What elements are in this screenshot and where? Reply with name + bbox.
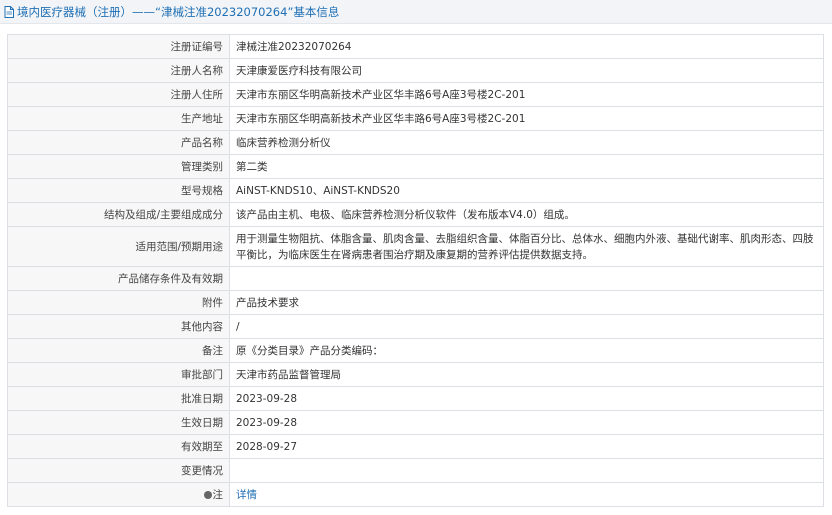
field-value: 原《分类目录》产品分类编码： <box>229 338 824 363</box>
field-label: 生效日期 <box>7 410 230 435</box>
details-link[interactable]: 详情 <box>236 489 257 501</box>
field-label: 审批部门 <box>7 362 230 387</box>
field-value: 产品技术要求 <box>229 290 824 315</box>
field-value: 第二类 <box>229 154 824 179</box>
table-row: 注册人名称 天津康爱医疗科技有限公司 <box>7 58 824 83</box>
table-row: 产品名称 临床营养检测分析仪 <box>7 130 824 155</box>
table-row: 适用范围/预期用途 用于测量生物阻抗、体脂含量、肌肉含量、去脂组织含量、体脂百分比… <box>7 226 824 267</box>
note-icon <box>203 490 212 499</box>
field-value: 天津康爱医疗科技有限公司 <box>229 58 824 83</box>
field-label: 备注 <box>7 338 230 363</box>
field-value: 2028-09-27 <box>229 434 824 459</box>
table-row: 附件 产品技术要求 <box>7 290 824 315</box>
field-value <box>229 458 824 483</box>
field-value: 2023-09-28 <box>229 386 824 411</box>
field-label: 生产地址 <box>7 106 230 131</box>
table-row: 备注 原《分类目录》产品分类编码： <box>7 338 824 363</box>
field-label: 注册人住所 <box>7 82 230 107</box>
table-row: 注册证编号 津械注准20232070264 <box>7 34 824 59</box>
field-value: 该产品由主机、电极、临床营养检测分析仪软件（发布版本V4.0）组成。 <box>229 202 824 227</box>
field-label: 其他内容 <box>7 314 230 339</box>
page-title: 境内医疗器械（注册）——“津械注准20232070264”基本信息 <box>17 4 340 19</box>
field-label: 适用范围/预期用途 <box>7 226 230 267</box>
table-row: 有效期至 2028-09-27 <box>7 434 824 459</box>
field-value: 临床营养检测分析仪 <box>229 130 824 155</box>
field-value: 天津市东丽区华明高新技术产业区华丰路6号A座3号楼2C-201 <box>229 82 824 107</box>
table-row-note: 注详情 <box>7 482 824 507</box>
document-icon <box>4 5 14 18</box>
field-label: 产品储存条件及有效期 <box>7 266 230 291</box>
field-label: 附件 <box>7 290 230 315</box>
table-row: 其他内容 / <box>7 314 824 339</box>
field-value <box>229 266 824 291</box>
field-value: / <box>229 314 824 339</box>
table-row: 产品储存条件及有效期 <box>7 266 824 291</box>
table-row: 生效日期 2023-09-28 <box>7 410 824 435</box>
field-value: 天津市东丽区华明高新技术产业区华丰路6号A座3号楼2C-201 <box>229 106 824 131</box>
field-value: AiNST-KNDS10、AiNST-KNDS20 <box>229 178 824 203</box>
table-row: 批准日期 2023-09-28 <box>7 386 824 411</box>
table-row: 管理类别 第二类 <box>7 154 824 179</box>
field-label: 产品名称 <box>7 130 230 155</box>
field-value: 津械注准20232070264 <box>229 34 824 59</box>
note-label: 注 <box>212 488 224 501</box>
table-row: 审批部门 天津市药品监督管理局 <box>7 362 824 387</box>
field-label: 型号规格 <box>7 178 230 203</box>
field-value: 2023-09-28 <box>229 410 824 435</box>
table-row: 结构及组成/主要组成成分 该产品由主机、电极、临床营养检测分析仪软件（发布版本V4… <box>7 202 824 227</box>
field-label: 变更情况 <box>7 458 230 483</box>
field-label: 注册证编号 <box>7 34 230 59</box>
table-row: 变更情况 <box>7 458 824 483</box>
table-row: 型号规格 AiNST-KNDS10、AiNST-KNDS20 <box>7 178 824 203</box>
table-row: 注册人住所 天津市东丽区华明高新技术产业区华丰路6号A座3号楼2C-201 <box>7 82 824 107</box>
table-row: 生产地址 天津市东丽区华明高新技术产业区华丰路6号A座3号楼2C-201 <box>7 106 824 131</box>
field-label: 注册人名称 <box>7 58 230 83</box>
field-label: 管理类别 <box>7 154 230 179</box>
field-label: 结构及组成/主要组成成分 <box>7 202 230 227</box>
field-value: 用于测量生物阻抗、体脂含量、肌肉含量、去脂组织含量、体脂百分比、总体水、细胞内外… <box>229 226 824 267</box>
page-header: 境内医疗器械（注册）——“津械注准20232070264”基本信息 <box>0 0 832 24</box>
info-table: 注册证编号 津械注准20232070264 注册人名称 天津康爱医疗科技有限公司 注册人… <box>7 34 824 507</box>
field-value: 天津市药品监督管理局 <box>229 362 824 387</box>
field-label: 有效期至 <box>7 434 230 459</box>
field-label: 批准日期 <box>7 386 230 411</box>
field-label-note: 注 <box>7 482 230 507</box>
field-value-note: 详情 <box>229 482 824 507</box>
